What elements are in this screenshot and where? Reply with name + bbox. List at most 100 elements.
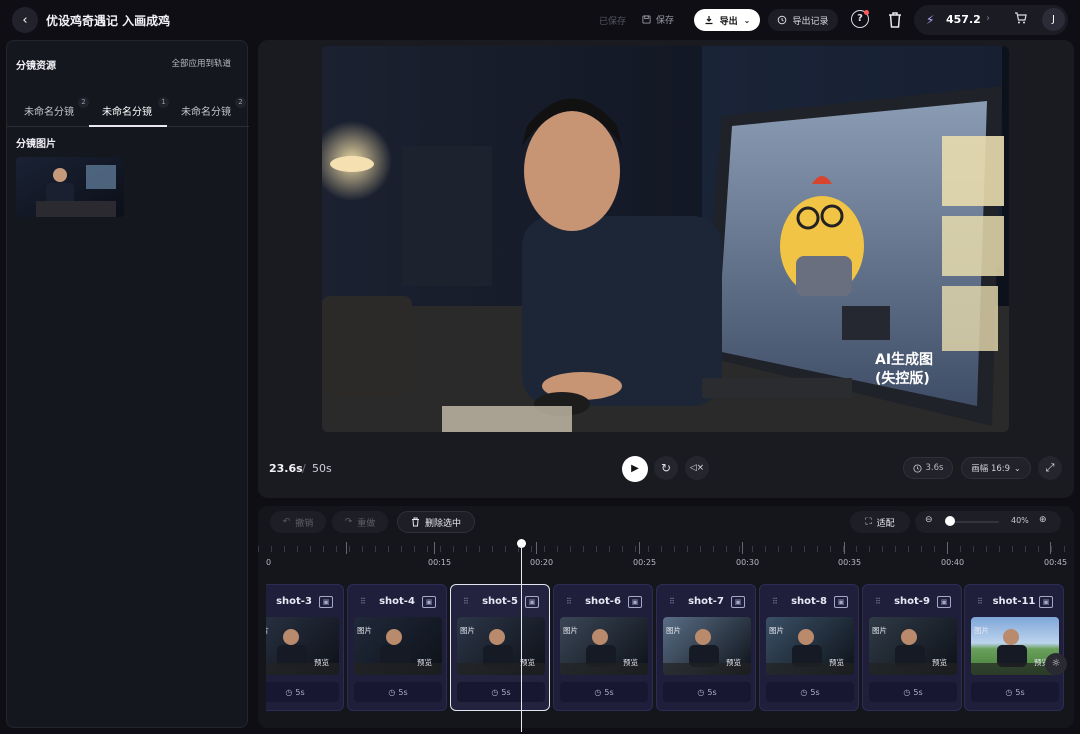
ruler-tick [453, 546, 454, 552]
replay-button[interactable]: ↻ [654, 456, 678, 480]
save-label: 保存 [656, 16, 675, 26]
clip-duration-value: 5s [398, 687, 408, 697]
aspect-ratio-value: 画幅 16:9 [971, 464, 1011, 474]
notification-dot [864, 10, 869, 15]
image-icon[interactable]: ▣ [731, 596, 745, 608]
timeline-clip[interactable]: ⠿ shot-11 ▣ 图片 预览 ◷ 5s [964, 584, 1064, 711]
ruler-tick [271, 546, 272, 552]
image-icon[interactable]: ▣ [834, 596, 848, 608]
clip-image-tag: 图片 [266, 625, 269, 636]
clip-image-tag: 图片 [769, 626, 784, 635]
clip-duration-value: 5s [810, 687, 820, 697]
image-icon[interactable]: ▣ [525, 596, 539, 608]
fullscreen-button[interactable]: ⤢ [1038, 456, 1062, 480]
ruler-tick [960, 546, 961, 552]
timeline-clip[interactable]: ⠿ shot-4 ▣ 图片 预览 ◷ 5s [347, 584, 447, 711]
timeline-ruler[interactable]: 0 00:15 00:20 00:25 00:30 00:35 00:40 00:45 [258, 538, 1067, 572]
tab-storyboard-3[interactable]: 未命名分镜 2 [181, 97, 246, 118]
timeline-clip[interactable]: ⠿shot-3▣图片预览◷5s [266, 584, 344, 711]
undo-icon: ↶ [282, 517, 291, 527]
timeline-clip[interactable]: ⠿ shot-7 ▣ 图片 预览 ◷ 5s [656, 584, 756, 711]
tab-storyboard-2[interactable]: 未命名分镜 1 [102, 97, 169, 118]
video-preview-panel: AI生成图 (失控版) 23.6s / 50s ▶ ↻ ◁× 3.6s 画幅 1… [258, 40, 1074, 498]
credits-pill[interactable]: ⚡ 457.2 › J [914, 5, 1068, 35]
chevron-down-icon: ⌄ [743, 15, 751, 25]
apply-all-to-track-button[interactable]: 全部应用到轨道 [171, 57, 231, 69]
avatar[interactable]: J [1042, 8, 1065, 31]
save-icon [642, 15, 651, 24]
ruler-tick [492, 546, 493, 552]
cart-icon[interactable] [1014, 12, 1027, 27]
undo-button[interactable]: ↶ 撤销 [270, 511, 326, 533]
timeline-clip[interactable]: ⠿ shot-6 ▣ 图片 预览 ◷ 5s [553, 584, 653, 711]
clip-preview-tag: 预览 [314, 658, 329, 667]
clip-duration[interactable]: ◷ 5s [971, 682, 1059, 702]
tab-storyboard-1[interactable]: 未命名分镜 2 [24, 97, 89, 118]
zoom-out-icon[interactable]: ⊖ [925, 515, 933, 525]
clip-duration[interactable]: ◷ 5s [457, 682, 545, 702]
ruler-tick-label: 00:20 [530, 558, 554, 567]
ruler-tick [531, 546, 532, 552]
ruler-tick [648, 546, 649, 552]
tab-label: 未命名分镜 [24, 107, 74, 118]
clip-image-tag: 图片 [974, 626, 989, 635]
storyboard-resources-panel: 分镜资源 全部应用到轨道 未命名分镜 2 未命名分镜 1 未命名分镜 2 分镜图… [6, 40, 249, 728]
zoom-slider-handle[interactable] [945, 516, 955, 526]
clip-duration[interactable]: ◷ 5s [266, 682, 339, 702]
ruler-tick [596, 546, 597, 552]
image-icon[interactable]: ▣ [937, 596, 951, 608]
ruler-tick [986, 546, 987, 552]
duration-badge[interactable]: 3.6s [903, 457, 953, 479]
aspect-ratio-select[interactable]: 画幅 16:9 ⌄ [961, 457, 1031, 479]
export-button[interactable]: 导出 ⌄ [694, 9, 760, 31]
storyboard-image-thumbnail[interactable] [16, 157, 124, 217]
image-icon[interactable]: ▣ [628, 596, 642, 608]
clip-image-tag: 图片 [460, 626, 475, 635]
brightness-icon[interactable]: ☼ [1045, 653, 1067, 675]
image-icon[interactable]: ▣ [422, 596, 436, 608]
export-history-button[interactable]: 导出记录 [768, 9, 838, 31]
project-title[interactable]: 优设鸡奇遇记 入画成鸡 [46, 12, 170, 29]
lightning-icon: ⚡ [926, 13, 935, 27]
trash-icon[interactable] [887, 11, 903, 29]
play-button[interactable]: ▶ [622, 456, 648, 482]
clock-icon [912, 463, 922, 473]
clip-duration[interactable]: ◷ 5s [869, 682, 957, 702]
ruler-tick-major [639, 542, 640, 554]
clock-icon: ◷ [388, 687, 396, 697]
image-icon[interactable]: ▣ [319, 596, 333, 608]
zoom-in-icon[interactable]: ⊕ [1039, 515, 1047, 525]
ruler-tick [401, 546, 402, 552]
export-history-label: 导出记录 [792, 16, 829, 27]
delete-selected-button[interactable]: 删除选中 [397, 511, 475, 533]
tab-count-badge: 2 [235, 97, 246, 108]
ruler-tick-major [742, 542, 743, 554]
volume-button[interactable]: ◁× [685, 456, 709, 480]
preview-overlay-title: AI生成图 [875, 351, 933, 368]
clip-duration[interactable]: ◷ 5s [354, 682, 442, 702]
undo-label: 撤销 [295, 518, 314, 529]
clip-duration-value: 5s [604, 687, 614, 697]
back-button[interactable]: ‹ [12, 7, 38, 33]
clip-duration[interactable]: ◷ 5s [560, 682, 648, 702]
ruler-tick [1012, 546, 1013, 552]
ruler-tick [622, 546, 623, 552]
timeline-clip[interactable]: ⠿ shot-8 ▣ 图片 预览 ◷ 5s [759, 584, 859, 711]
redo-button[interactable]: ↷ 重做 [332, 511, 388, 533]
ruler-tick [895, 546, 896, 552]
current-time: 23.6s [269, 462, 303, 475]
clip-image-tag: 图片 [872, 626, 887, 635]
image-icon[interactable]: ▣ [1039, 596, 1053, 608]
ruler-tick [258, 546, 259, 552]
save-button[interactable]: 保存 [642, 13, 674, 26]
ruler-tick-major [536, 542, 537, 554]
ruler-tick-label: 00:30 [736, 558, 760, 567]
timeline-clip[interactable]: ⠿ shot-5 ▣ 图片 预览 ◷ 5s [450, 584, 550, 711]
clock-icon: ◷ [285, 687, 293, 697]
clip-duration[interactable]: ◷ 5s [766, 682, 854, 702]
timeline-clip[interactable]: ⠿ shot-9 ▣ 图片 预览 ◷ 5s [862, 584, 962, 711]
fit-button[interactable]: ⛶ 适配 [850, 511, 910, 533]
clip-duration[interactable]: ◷ 5s [663, 682, 751, 702]
storyboard-tabs: 未命名分镜 2 未命名分镜 1 未命名分镜 2 [7, 93, 249, 127]
clip-image-tag: 图片 [357, 626, 372, 635]
